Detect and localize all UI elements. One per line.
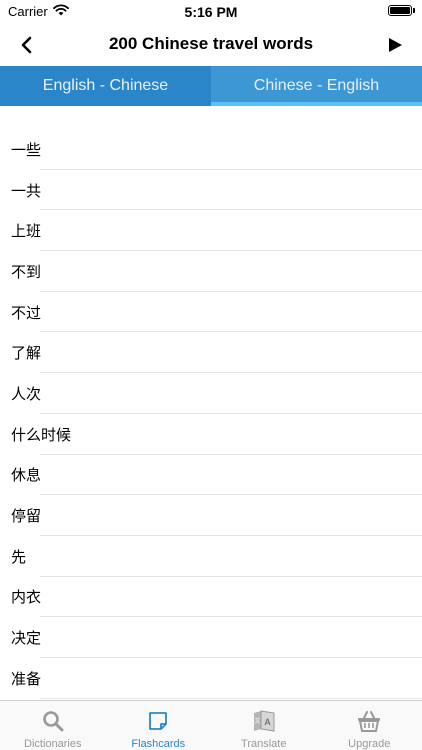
list-item[interactable]: 先 (0, 536, 422, 577)
battery-icon (388, 5, 415, 16)
tab-bar-label: Translate (241, 738, 287, 750)
tab-english-chinese[interactable]: English - Chinese (0, 66, 211, 106)
list-item[interactable]: 上班 (0, 210, 422, 251)
screen: Carrier 5:16 PM 200 Chinese travel words (0, 0, 422, 750)
list-item[interactable]: 停留 (0, 495, 422, 536)
list-item[interactable]: 了解 (0, 332, 422, 373)
list-item[interactable]: 不到 (0, 251, 422, 292)
tab-bar-upgrade[interactable]: Upgrade (317, 701, 422, 750)
list-item[interactable]: 决定 (0, 617, 422, 658)
chevron-left-icon (21, 36, 32, 54)
basket-icon (356, 709, 382, 733)
list-item[interactable]: 一共 (0, 170, 422, 211)
page-title: 200 Chinese travel words (108, 34, 314, 53)
flashcard-icon (145, 709, 171, 733)
tab-bar-flashcards[interactable]: Flashcards (106, 701, 212, 750)
play-icon (389, 38, 402, 52)
nav-bar: 200 Chinese travel words (0, 24, 422, 66)
status-time: 5:16 PM (184, 4, 238, 20)
list-item[interactable]: 一些 (0, 129, 422, 170)
search-icon (40, 709, 66, 733)
list-item[interactable]: 什么时候 (0, 414, 422, 455)
tab-bar-label: Flashcards (131, 738, 186, 750)
list-item[interactable]: 不过 (0, 292, 422, 333)
svg-text:文: 文 (254, 717, 260, 725)
list-item[interactable]: 准备 (0, 658, 422, 699)
tab-bar-translate[interactable]: A 文 Translate (211, 701, 317, 750)
svg-text:A: A (264, 717, 271, 727)
tab-bar-label: Upgrade (348, 738, 391, 750)
tab-bar-label: Dictionaries (24, 738, 82, 750)
list-item[interactable]: 内衣 (0, 577, 422, 618)
translate-icon: A 文 (251, 709, 277, 733)
tab-chinese-english[interactable]: Chinese - English (211, 66, 422, 106)
direction-tabs: English - Chinese Chinese - English (0, 66, 422, 106)
tab-bar: Dictionaries Flashcards A 文 Translate Up… (0, 700, 422, 750)
tab-bar-dictionaries[interactable]: Dictionaries (0, 701, 106, 750)
back-button[interactable] (14, 32, 40, 58)
list-item[interactable]: 人次 (0, 373, 422, 414)
list-item[interactable]: 休息 (0, 455, 422, 496)
play-button[interactable] (382, 32, 408, 58)
word-list[interactable]: 一些 一共 上班 不到 不过 了解 人次 什么时候 休息 停留 先 内衣 决定 … (0, 129, 422, 699)
status-bar: Carrier 5:16 PM (0, 0, 422, 24)
